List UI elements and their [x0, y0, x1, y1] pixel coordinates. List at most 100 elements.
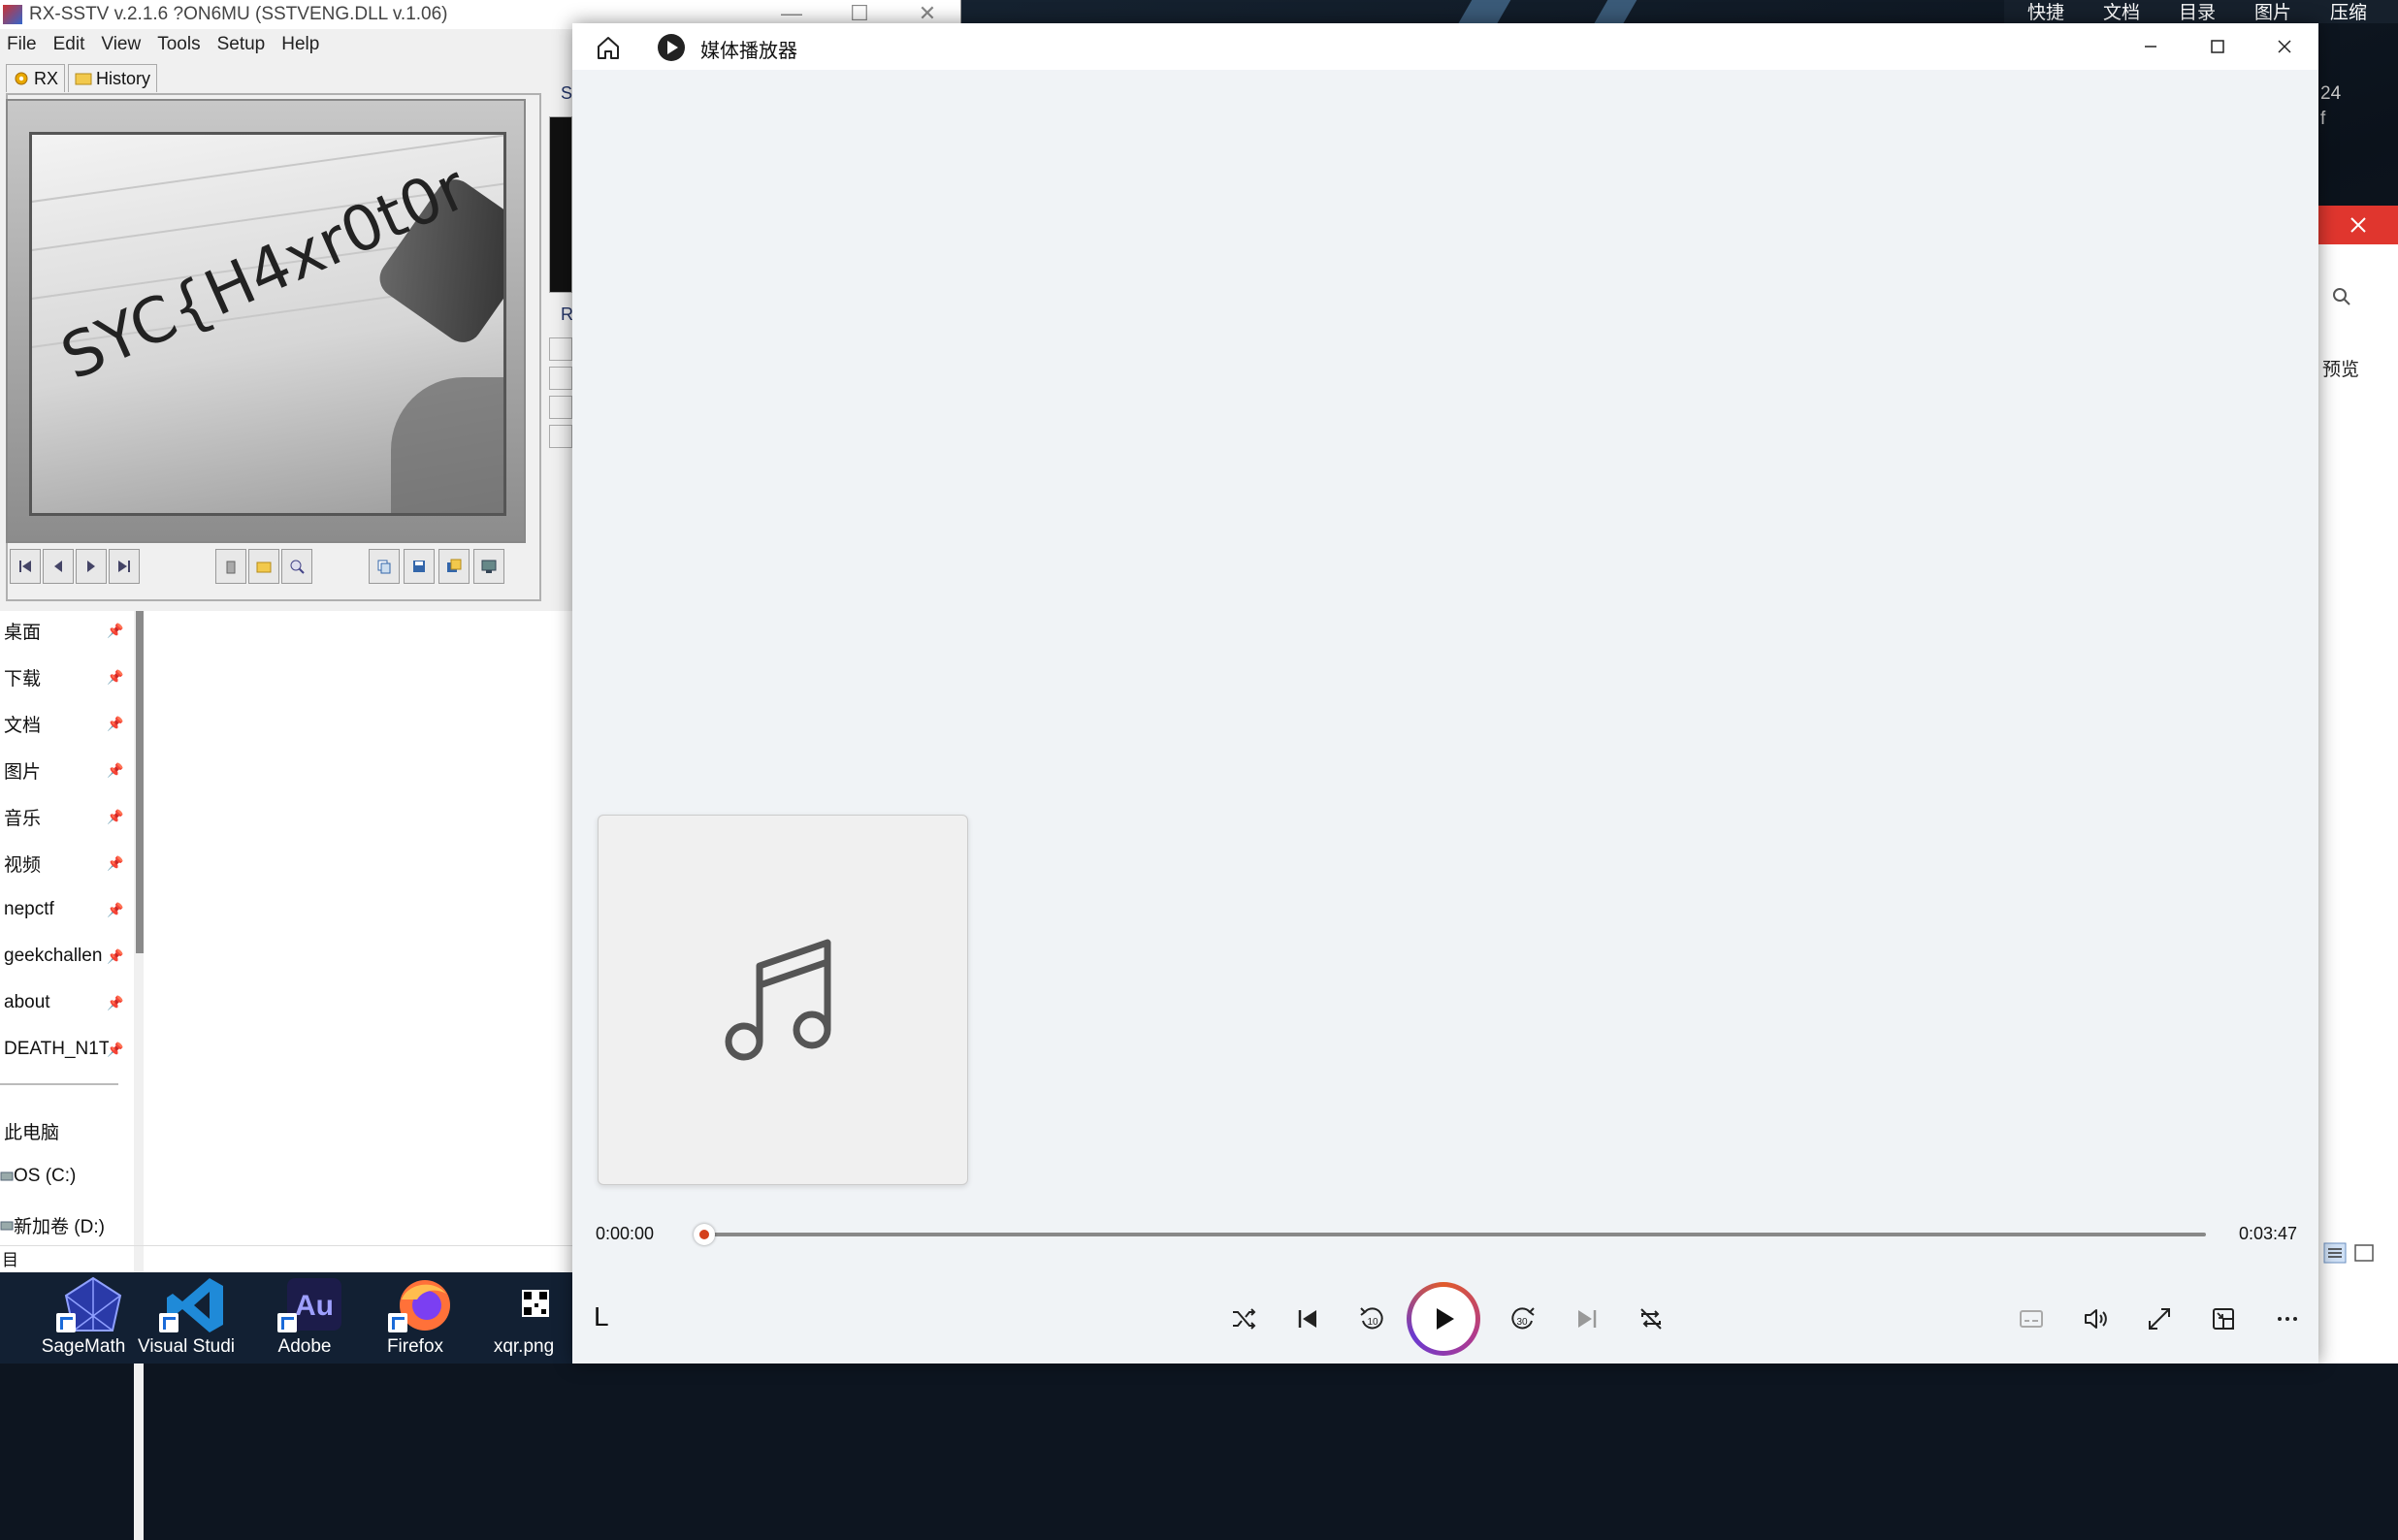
pin-icon: 📌: [107, 902, 124, 917]
menu-item-pictures[interactable]: 图片: [2254, 0, 2291, 24]
nav-item-this-pc[interactable]: 此电脑: [0, 1109, 124, 1152]
zoom-button[interactable]: [281, 549, 312, 584]
nav-item-drive-c[interactable]: OS (C:): [0, 1166, 76, 1187]
details-view-icon[interactable]: [2323, 1242, 2347, 1264]
open-folder-button[interactable]: [248, 549, 279, 584]
nav-item-about[interactable]: about 📌: [0, 981, 124, 1024]
shortcut-xqr-png[interactable]: xqr.png: [475, 1272, 572, 1364]
current-time: 0:00:00: [596, 1224, 655, 1243]
side-field[interactable]: [549, 425, 572, 448]
qr-icon: [522, 1290, 549, 1317]
shortcut-adobe-audition[interactable]: Au Adobe: [256, 1272, 353, 1364]
home-button[interactable]: [594, 33, 623, 62]
tab-history[interactable]: History: [68, 64, 158, 92]
copy-image-button[interactable]: [369, 549, 400, 584]
save-as-button[interactable]: [438, 549, 470, 584]
previous-icon: [54, 561, 62, 572]
menu-setup[interactable]: Setup: [211, 31, 275, 60]
nav-item-drive-d[interactable]: 新加卷 (D:): [0, 1212, 105, 1238]
next-icon: [87, 561, 95, 572]
mini-player-button[interactable]: [2200, 1296, 2247, 1342]
minimize-icon: [2145, 46, 2156, 48]
next-image-button[interactable]: [76, 549, 107, 584]
pin-icon: 📌: [107, 1042, 124, 1057]
skip-back-10-button[interactable]: 10: [1348, 1296, 1395, 1342]
tab-rx[interactable]: RX: [6, 64, 66, 92]
maximize-button[interactable]: [2184, 23, 2252, 70]
nav-item-death-n1t[interactable]: DEATH_N1T 📌: [0, 1028, 124, 1071]
nav-scrollbar-thumb[interactable]: [136, 609, 144, 953]
close-button[interactable]: [2251, 23, 2318, 70]
skip-forward-30-button[interactable]: 30: [1500, 1296, 1546, 1342]
nav-item-pictures[interactable]: 图片 📌: [0, 749, 124, 791]
side-button[interactable]: [549, 337, 572, 361]
more-options-button[interactable]: [2264, 1296, 2311, 1342]
menu-help[interactable]: Help: [275, 31, 329, 60]
nav-item-downloads[interactable]: 下载 📌: [0, 656, 124, 698]
svg-text:Au: Au: [295, 1290, 334, 1322]
save-image-button[interactable]: [404, 549, 435, 584]
skip-last-icon: [118, 561, 130, 572]
menu-bar: File Edit View Tools Setup Help: [0, 31, 329, 60]
minimize-button[interactable]: [2117, 23, 2185, 70]
background-text: f: [2320, 109, 2326, 129]
background-app-menubar: 快捷 文档 目录 图片 压缩: [2004, 0, 2398, 23]
previous-image-button[interactable]: [43, 549, 74, 584]
shortcut-firefox[interactable]: Firefox: [367, 1272, 464, 1364]
nav-item-music[interactable]: 音乐 📌: [0, 795, 124, 838]
nav-item-documents[interactable]: 文档 📌: [0, 702, 124, 745]
nav-item-desktop[interactable]: 桌面 📌: [0, 609, 124, 652]
nav-item-geekchallenge[interactable]: geekchallen 📌: [0, 935, 124, 978]
next-button[interactable]: [1564, 1296, 1610, 1342]
menu-item-compress[interactable]: 压缩: [2330, 0, 2367, 24]
fullscreen-button[interactable]: [2136, 1296, 2183, 1342]
music-note-icon: [725, 939, 831, 1061]
view-mode-toggle[interactable]: [2322, 1239, 2381, 1267]
shortcut-arrow-icon: [56, 1313, 76, 1332]
skip-forward-seconds-label: 30: [1516, 1317, 1528, 1328]
side-button[interactable]: [549, 396, 572, 419]
side-button[interactable]: [549, 367, 572, 390]
volume-icon: [2085, 1309, 2107, 1329]
next-track-icon: [1578, 1310, 1597, 1328]
volume-button[interactable]: [2072, 1296, 2119, 1342]
menu-view[interactable]: View: [94, 31, 150, 60]
delete-image-button[interactable]: [215, 549, 246, 584]
pin-icon: 📌: [107, 669, 124, 685]
subtitles-button[interactable]: [2008, 1296, 2055, 1342]
menu-tools[interactable]: Tools: [150, 31, 210, 60]
shortcut-arrow-icon: [388, 1313, 407, 1332]
nav-item-videos[interactable]: 视频 📌: [0, 842, 124, 884]
shortcut-arrow-icon: [277, 1313, 297, 1332]
gear-icon: [15, 72, 28, 85]
menu-item-directory[interactable]: 目录: [2179, 0, 2216, 24]
shortcut-visual-studio-code[interactable]: Visual Studio: [138, 1272, 235, 1364]
play-button[interactable]: [1407, 1282, 1480, 1356]
menu-item-shortcut[interactable]: 快捷: [2027, 0, 2064, 24]
seek-bar-thumb[interactable]: [693, 1224, 715, 1245]
magnifier-icon: [290, 560, 305, 574]
first-image-button[interactable]: [10, 549, 41, 584]
menu-file[interactable]: File: [0, 31, 47, 60]
nav-item-nepctf[interactable]: nepctf 📌: [0, 888, 124, 931]
album-art-placeholder[interactable]: [598, 815, 968, 1185]
repeat-button[interactable]: [1628, 1296, 1674, 1342]
folder-open-icon: [256, 561, 272, 573]
shortcut-sagemath[interactable]: SageMath: [35, 1272, 132, 1364]
last-image-button[interactable]: [109, 549, 140, 584]
shuffle-button[interactable]: [1220, 1296, 1267, 1342]
menu-edit[interactable]: Edit: [47, 31, 95, 60]
preview-label[interactable]: 预览: [2322, 355, 2359, 381]
menu-item-documents[interactable]: 文档: [2103, 0, 2140, 24]
close-icon: [2278, 40, 2291, 53]
player-titlebar[interactable]: 媒体播放器: [572, 23, 2318, 70]
more-icon: [2278, 1317, 2297, 1321]
tiles-view-icon[interactable]: [2354, 1244, 2374, 1262]
seek-bar[interactable]: [697, 1233, 2206, 1236]
background-dialog-close-button[interactable]: [2318, 206, 2398, 244]
search-button[interactable]: [2332, 287, 2361, 316]
track-title[interactable]: L: [594, 1301, 609, 1332]
settings-image-button[interactable]: [473, 549, 504, 584]
skip-first-icon: [19, 561, 31, 572]
previous-button[interactable]: [1284, 1296, 1331, 1342]
